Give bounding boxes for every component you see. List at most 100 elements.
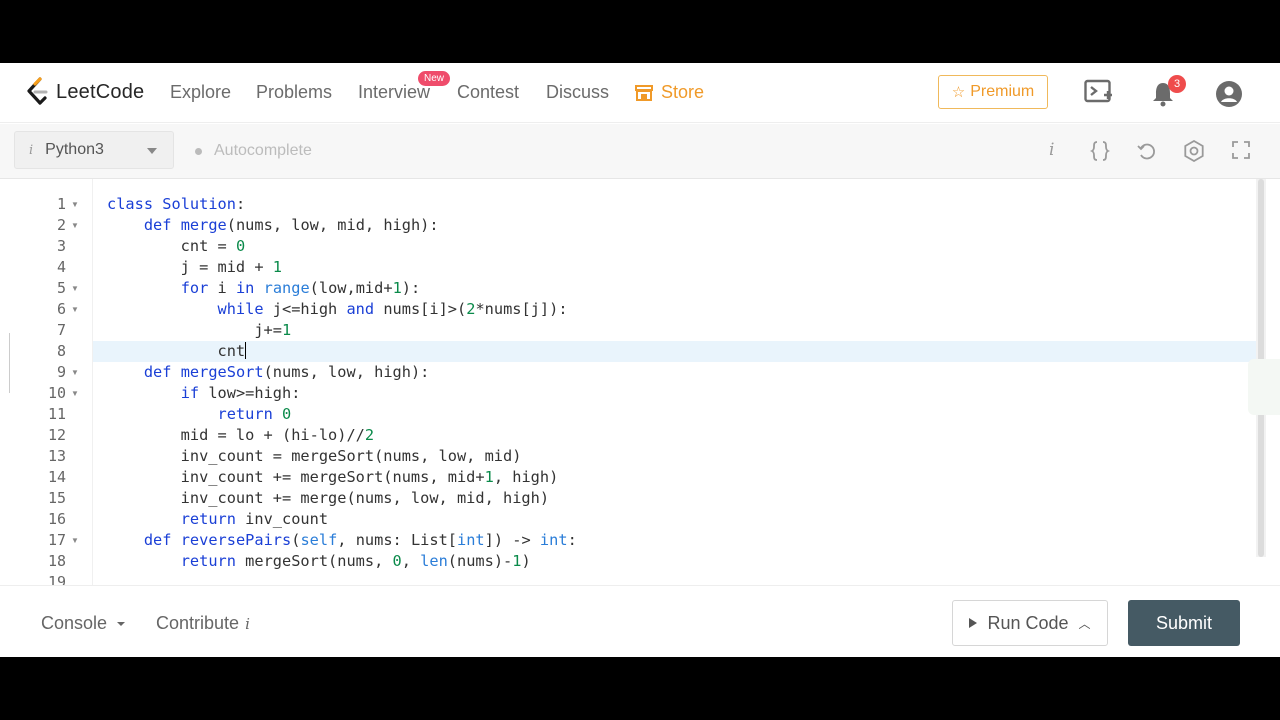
nav-contest[interactable]: Contest	[457, 82, 519, 103]
contribute-link[interactable]: Contribute i	[156, 613, 250, 634]
line-number: 16	[47, 510, 66, 528]
code-line[interactable]: while j<=high and nums[i]>(2*nums[j]):	[93, 299, 1266, 320]
code-line-text: for i in range(low,mid+1):	[180, 279, 421, 297]
code-line[interactable]: j = mid + 1	[93, 257, 1266, 278]
code-line[interactable]: return mergeSort(nums, 0, len(nums)-1)	[93, 551, 1266, 572]
info-icon: i	[245, 615, 250, 633]
code-line[interactable]: inv_count += mergeSort(nums, mid+1, high…	[93, 467, 1266, 488]
new-badge: New	[418, 71, 451, 86]
code-line[interactable]: def mergeSort(nums, low, high):	[93, 362, 1266, 383]
nav-problems[interactable]: Problems	[256, 82, 332, 103]
line-number: 12	[47, 426, 66, 444]
fold-arrow-icon[interactable]: ▼	[71, 278, 79, 299]
bottom-bar: Console Contribute i Run Code ︿ Submit	[0, 585, 1280, 657]
braces-icon[interactable]	[1089, 140, 1111, 167]
code-line[interactable]: for i in range(low,mid+1):	[93, 278, 1266, 299]
premium-button[interactable]: ☆ Premium	[938, 75, 1048, 109]
code-line[interactable]: def reversePairs(self, nums: List[int]) …	[93, 530, 1266, 551]
line-number: 9	[56, 363, 66, 381]
code-line-text: j = mid + 1	[107, 258, 282, 276]
line-number: 7	[56, 321, 66, 339]
fold-arrow-icon[interactable]: ▼	[71, 383, 79, 404]
reset-icon[interactable]	[1136, 140, 1158, 167]
run-code-button[interactable]: Run Code ︿	[952, 600, 1108, 646]
language-value: Python3	[45, 141, 104, 158]
line-number: 4	[56, 258, 66, 276]
code-line[interactable]: return inv_count	[93, 509, 1266, 530]
line-number: 1	[56, 195, 66, 213]
side-panel-handle[interactable]	[0, 333, 10, 393]
chevron-up-icon: ︿	[1078, 616, 1091, 631]
code-line[interactable]: inv_count += merge(nums, low, mid, high)	[93, 488, 1266, 509]
avatar-icon[interactable]	[1215, 80, 1243, 113]
line-number: 3	[56, 237, 66, 255]
code-line-text: while j<=high and nums[i]>(2*nums[j]):	[217, 300, 568, 318]
code-line[interactable]: mid = lo + (hi-lo)//2	[93, 425, 1266, 446]
store-label: Store	[661, 82, 705, 102]
code-line-text: mid = lo + (hi-lo)//2	[107, 426, 375, 444]
code-line-text: def mergeSort(nums, low, high):	[143, 363, 430, 381]
fold-arrow-icon[interactable]: ▼	[71, 299, 79, 320]
fold-arrow-icon[interactable]: ▼	[71, 530, 79, 551]
code-line-text: return inv_count	[180, 510, 329, 528]
line-number-gutter: 1 ▼ 2 ▼ 3 4 5 ▼ 6 ▼ 7 8 9 ▼ 10 ▼ 11 12 13 14 15 16 17 ▼ 18 19	[14, 179, 93, 585]
code-line-text: cnt = 0	[107, 237, 246, 255]
line-number: 2	[56, 216, 66, 234]
fold-arrow-icon[interactable]: ▼	[71, 215, 79, 236]
code-line[interactable]: inv_count = mergeSort(nums, low, mid)	[93, 446, 1266, 467]
line-number: 15	[47, 489, 66, 507]
autocomplete-toggle[interactable]: Autocomplete	[195, 142, 312, 160]
side-panel-toggle[interactable]	[1248, 359, 1280, 415]
code-line[interactable]: def merge(nums, low, mid, high):	[93, 215, 1266, 236]
submit-label: Submit	[1155, 612, 1213, 633]
code-editor[interactable]: 1 ▼ 2 ▼ 3 4 5 ▼ 6 ▼ 7 8 9 ▼ 10 ▼ 11 12 13 14 15 16 17 ▼ 18 19 cla…	[14, 179, 1266, 585]
code-line[interactable]: j+=1	[93, 320, 1266, 341]
autocomplete-label: Autocomplete	[214, 142, 312, 159]
console-toggle[interactable]: Console	[41, 613, 126, 634]
code-line[interactable]: return 0	[93, 404, 1266, 425]
code-line[interactable]: if low>=high:	[93, 383, 1266, 404]
editor-toolbar: i Python3 Autocomplete i	[0, 124, 1280, 179]
app-window: LeetCode Explore Problems Interview New …	[0, 63, 1280, 657]
nav-discuss[interactable]: Discuss	[546, 82, 609, 103]
premium-label: Premium	[970, 83, 1035, 100]
info-icon: i	[29, 142, 34, 158]
line-number: 18	[47, 552, 66, 570]
star-icon: ☆	[951, 84, 966, 101]
submit-button[interactable]: Submit	[1128, 600, 1240, 646]
code-area[interactable]: class Solution: def merge(nums, low, mid…	[93, 179, 1266, 585]
fullscreen-icon[interactable]	[1231, 140, 1251, 165]
line-number: 8	[56, 342, 66, 360]
line-number: 13	[47, 447, 66, 465]
contribute-label: Contribute	[156, 613, 240, 633]
logo[interactable]: LeetCode	[24, 77, 144, 107]
info-icon[interactable]: i	[1049, 140, 1054, 160]
store-icon	[635, 84, 653, 101]
line-number: 6	[56, 300, 66, 318]
code-line[interactable]: cnt = 0	[93, 236, 1266, 257]
code-line-text: j+=1	[107, 321, 292, 339]
language-select[interactable]: i Python3	[14, 131, 174, 169]
fold-arrow-icon[interactable]: ▼	[71, 362, 79, 383]
code-line-text: class Solution:	[107, 195, 246, 213]
nav-interview[interactable]: Interview	[358, 82, 430, 103]
code-line-text: def merge(nums, low, mid, high):	[143, 216, 439, 234]
nav-store[interactable]: Store	[634, 82, 704, 103]
code-line[interactable]	[93, 572, 1266, 585]
code-line-text: return 0	[217, 405, 292, 423]
leetcode-logo-icon	[27, 77, 48, 105]
nav-explore[interactable]: Explore	[170, 82, 231, 103]
code-line[interactable]: class Solution:	[93, 194, 1266, 215]
playground-icon[interactable]	[1084, 78, 1114, 111]
line-number: 5	[56, 279, 66, 297]
code-line-text: inv_count += merge(nums, low, mid, high)	[107, 489, 550, 507]
line-number: 11	[47, 405, 66, 423]
fold-arrow-icon[interactable]: ▼	[71, 194, 79, 215]
settings-icon[interactable]	[1183, 139, 1205, 167]
line-number: 19	[47, 573, 66, 585]
notification-count: 3	[1168, 75, 1186, 93]
code-line[interactable]: cnt	[93, 341, 1266, 362]
text-cursor	[245, 342, 247, 359]
caret-down-icon	[117, 621, 126, 626]
chevron-down-icon	[147, 148, 157, 154]
